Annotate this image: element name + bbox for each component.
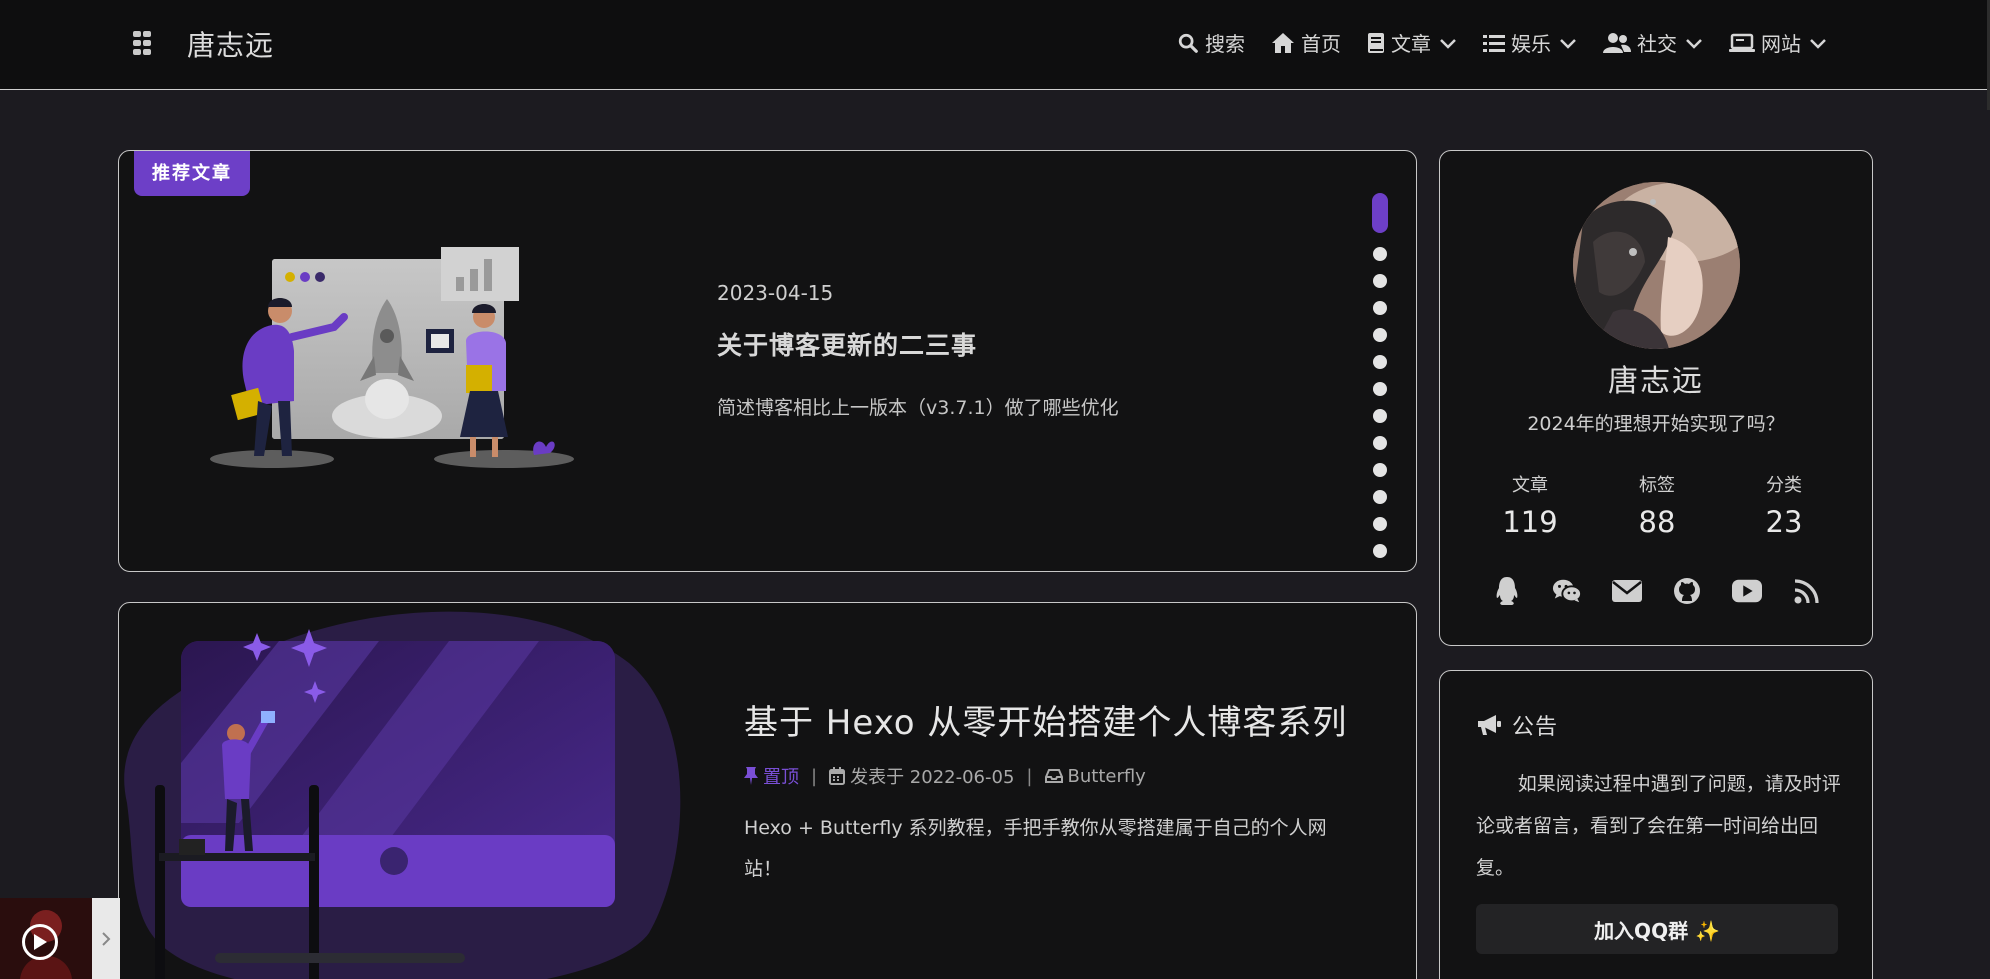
meta-separator: |	[811, 765, 818, 787]
carousel-dot[interactable]	[1373, 517, 1387, 531]
post-category[interactable]: Butterfly	[1044, 765, 1146, 787]
nav-articles[interactable]: 文章	[1367, 28, 1457, 57]
site-title[interactable]: 唐志远	[187, 24, 274, 64]
featured-description: 简述博客相比上一版本（v3.7.1）做了哪些优化	[717, 397, 1119, 419]
chevron-right-icon	[102, 931, 111, 946]
stat-value: 88	[1638, 505, 1676, 539]
carousel-dot[interactable]	[1373, 382, 1387, 396]
carousel-dot[interactable]	[1373, 247, 1387, 261]
youtube-icon[interactable]	[1732, 576, 1762, 606]
navbar: 唐志远 搜索 首页 文章 娱乐 社交 网站	[0, 0, 1990, 110]
stat-label: 标签	[1639, 475, 1675, 496]
post-card[interactable]: 基于 Hexo 从零开始搭建个人博客系列 置顶 | 发表于 2022-06-05…	[118, 602, 1417, 979]
author-name: 唐志远	[1608, 364, 1704, 399]
bullhorn-icon	[1478, 715, 1501, 735]
featured-date: 2023-04-15	[717, 281, 834, 305]
nav-search-label: 搜索	[1205, 32, 1245, 56]
chevron-down-icon	[1560, 38, 1576, 49]
player-expand-toggle[interactable]	[92, 898, 120, 979]
carousel-dot[interactable]	[1373, 490, 1387, 504]
stat-value: 23	[1765, 505, 1803, 539]
nav-social[interactable]: 社交	[1603, 28, 1703, 57]
play-icon	[34, 934, 47, 950]
music-player	[0, 898, 122, 979]
carousel-dot[interactable]	[1373, 463, 1387, 477]
painter-illustration	[124, 611, 681, 979]
carousel-dot[interactable]	[1373, 274, 1387, 288]
announcement-card: 公告 如果阅读过程中遇到了问题，请及时评论或者留言，看到了会在第一时间给出回复。…	[1439, 670, 1873, 979]
stat-value: 119	[1502, 505, 1558, 539]
featured-carousel[interactable]: 推荐文章 2023-04-15 关于博客更新的二三事 简述博客相比上一版本（v3…	[118, 150, 1417, 572]
nav-search[interactable]: 搜索	[1177, 28, 1245, 57]
calendar-icon	[829, 767, 846, 785]
social-links	[1492, 576, 1822, 606]
mail-icon[interactable]	[1612, 576, 1642, 606]
stat-label: 文章	[1512, 475, 1548, 496]
carousel-dot[interactable]	[1373, 436, 1387, 450]
nav-websites-label: 网站	[1761, 32, 1801, 56]
nav-entertainment[interactable]: 娱乐	[1483, 28, 1577, 57]
users-icon	[1603, 32, 1631, 53]
nav-social-label: 社交	[1637, 32, 1677, 56]
book-icon	[1368, 32, 1384, 53]
author-stats: 文章 119 标签 88 分类 23	[1470, 471, 1844, 539]
carousel-pagination	[1372, 193, 1388, 571]
author-description: 2024年的理想开始实现了吗？	[1527, 413, 1785, 435]
avatar-image	[1573, 182, 1740, 349]
chevron-down-icon	[1440, 38, 1456, 49]
author-card: 唐志远 2024年的理想开始实现了吗？ 文章 119 标签 88 分类 23	[1439, 150, 1873, 646]
laptop-icon	[1729, 33, 1755, 52]
chevron-down-icon	[1686, 38, 1702, 49]
pinned-tag: 置顶	[744, 763, 799, 789]
play-button[interactable]	[22, 924, 58, 960]
rss-icon[interactable]	[1792, 576, 1822, 606]
announcement-text: 如果阅读过程中遇到了问题，请及时评论或者留言，看到了会在第一时间给出回复。	[1476, 773, 1841, 879]
carousel-dot[interactable]	[1373, 328, 1387, 342]
menu-grid-icon[interactable]	[133, 31, 153, 55]
wechat-icon[interactable]	[1552, 576, 1582, 606]
stat-categories[interactable]: 分类 23	[1724, 471, 1844, 539]
stat-articles[interactable]: 文章 119	[1470, 471, 1590, 539]
featured-title[interactable]: 关于博客更新的二三事	[717, 326, 977, 362]
nav-websites[interactable]: 网站	[1729, 28, 1827, 57]
stat-label: 分类	[1766, 475, 1802, 496]
join-qq-group-button[interactable]: 加入QQ群 ✨	[1476, 904, 1838, 954]
carousel-dot[interactable]	[1373, 544, 1387, 558]
chevron-down-icon	[1810, 38, 1826, 49]
list-icon	[1483, 34, 1505, 52]
rocket-launch-illustration	[210, 247, 574, 468]
stat-tags[interactable]: 标签 88	[1597, 471, 1717, 539]
qq-icon[interactable]	[1492, 576, 1522, 606]
nav-home[interactable]: 首页	[1271, 28, 1341, 57]
nav-articles-label: 文章	[1391, 32, 1431, 56]
github-icon[interactable]	[1672, 576, 1702, 606]
inbox-icon	[1044, 769, 1063, 783]
post-title[interactable]: 基于 Hexo 从零开始搭建个人博客系列	[744, 695, 1347, 744]
post-meta: 置顶 | 发表于 2022-06-05 | Butterfly	[744, 763, 1146, 789]
post-date: 发表于 2022-06-05	[829, 763, 1014, 789]
avatar[interactable]	[1573, 182, 1740, 349]
meta-separator: |	[1026, 765, 1033, 787]
nav-entertainment-label: 娱乐	[1511, 32, 1551, 56]
carousel-dot[interactable]	[1373, 355, 1387, 369]
search-icon	[1178, 33, 1198, 53]
post-date-label: 发表于 2022-06-05	[850, 767, 1015, 788]
carousel-dot[interactable]	[1373, 409, 1387, 423]
nav-home-label: 首页	[1301, 32, 1341, 56]
announcement-title: 公告	[1512, 715, 1559, 740]
carousel-dot[interactable]	[1373, 301, 1387, 315]
recommended-badge: 推荐文章	[134, 151, 250, 196]
nav-menu: 搜索 首页 文章 娱乐 社交 网站	[1177, 28, 1827, 57]
post-description: Hexo + Butterfly 系列教程，手把手教你从零搭建属于自己的个人网站…	[744, 817, 1327, 880]
post-category-label: Butterfly	[1067, 765, 1146, 787]
home-icon	[1272, 32, 1294, 53]
carousel-dot-active[interactable]	[1372, 193, 1388, 233]
pinned-label: 置顶	[763, 767, 799, 788]
thumbtack-icon	[744, 767, 758, 785]
announcement-header: 公告	[1476, 709, 1558, 741]
